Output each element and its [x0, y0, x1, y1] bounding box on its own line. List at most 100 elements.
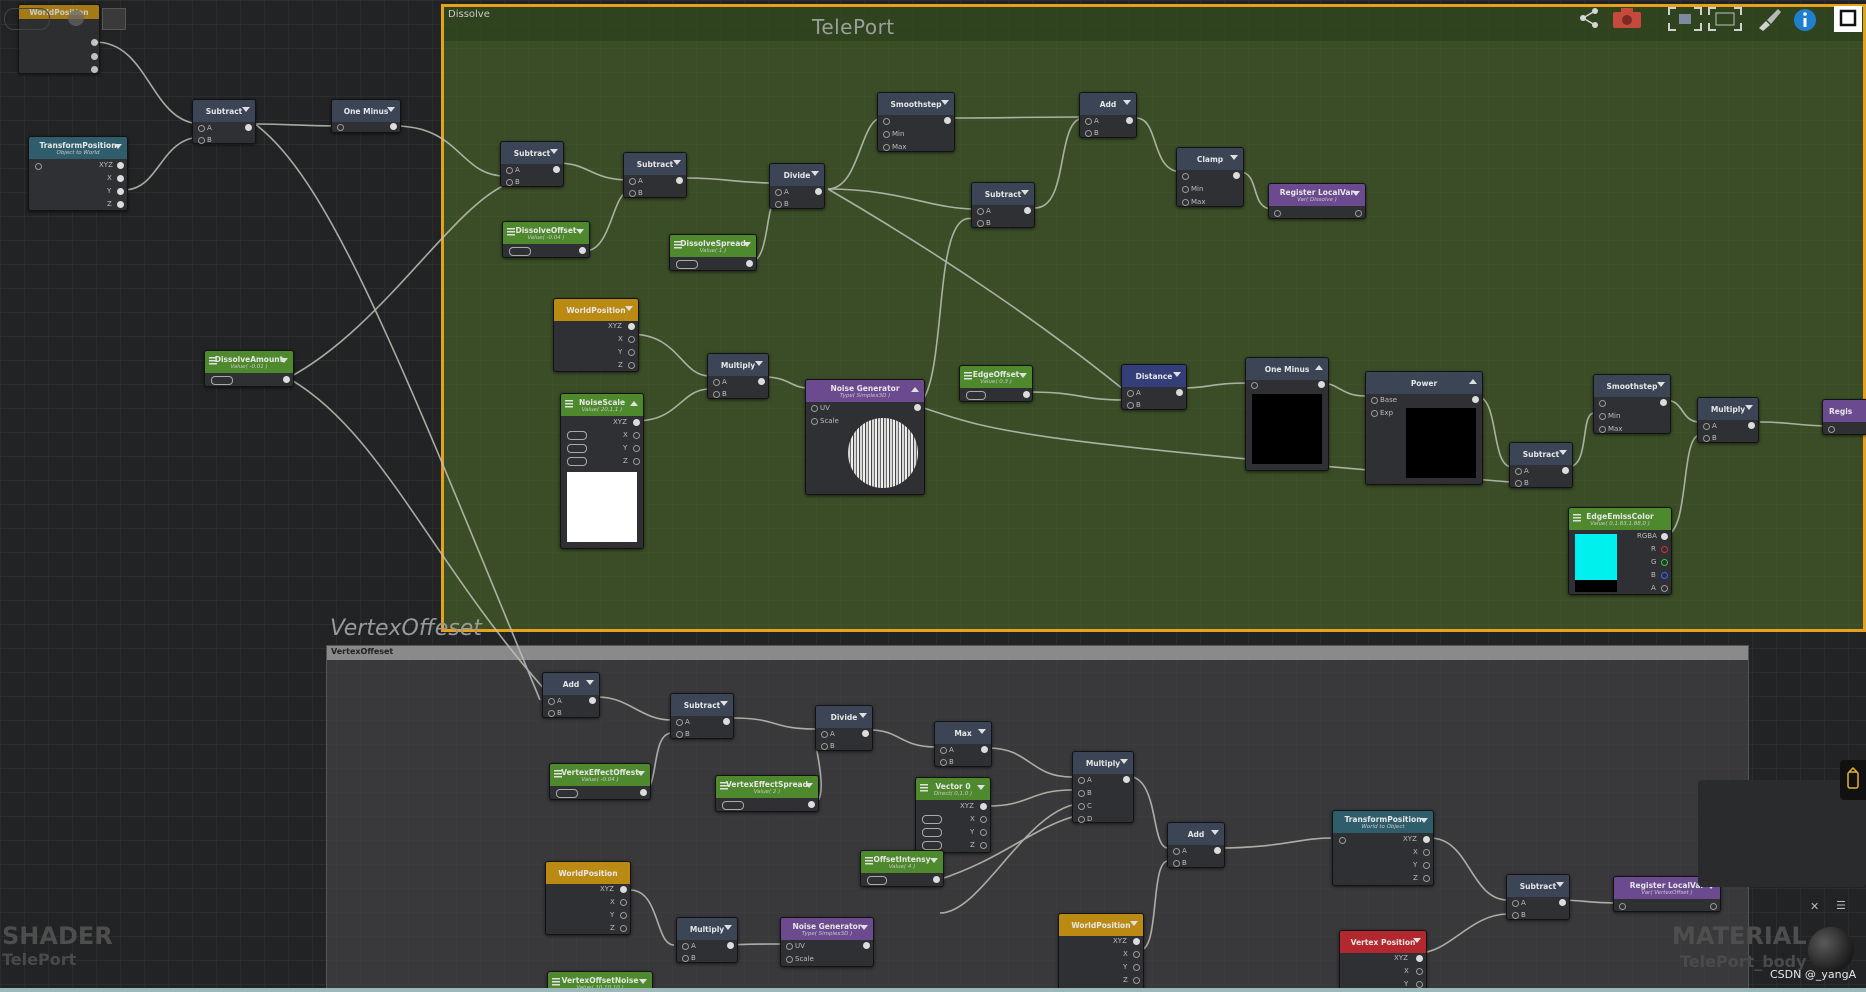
port-out[interactable] [117, 175, 124, 182]
chevron-down-icon[interactable] [977, 785, 985, 790]
port-in-max[interactable] [1182, 199, 1189, 206]
port-in-a[interactable] [713, 379, 720, 386]
group-vertex[interactable]: VertexOffeset [326, 645, 1749, 992]
node-edge-emiss-color[interactable]: EdgeEmissColor Value( 0,1.83,1.88,0 ) RGB… [1568, 507, 1672, 595]
port-out[interactable] [620, 899, 627, 906]
port-in-b[interactable] [548, 710, 555, 717]
port-in-b[interactable] [1515, 480, 1522, 487]
node-register-right[interactable]: Regis [1822, 399, 1866, 435]
node-worldposition-v1[interactable]: WorldPosition XYZ X Y Z [545, 861, 631, 935]
port-out[interactable] [933, 876, 940, 883]
port-in-b[interactable] [682, 955, 689, 962]
port-in-a[interactable] [629, 178, 636, 185]
port-out-x[interactable] [91, 39, 98, 46]
node-subtract-v2[interactable]: Subtract A B [1506, 874, 1570, 920]
port-in-b[interactable] [977, 220, 984, 227]
value-field[interactable] [867, 876, 887, 885]
node-multiply-v1[interactable]: Multiply A B C D [1072, 751, 1134, 823]
chevron-down-icon[interactable] [1413, 938, 1421, 943]
chevron-down-icon[interactable] [637, 771, 645, 776]
port-in-a[interactable] [1512, 900, 1519, 907]
chevron-down-icon[interactable] [1230, 155, 1238, 160]
chevron-down-icon[interactable] [1021, 190, 1029, 195]
chevron-down-icon[interactable] [114, 144, 122, 149]
port-in[interactable] [1182, 173, 1189, 180]
chevron-down-icon[interactable] [755, 361, 763, 366]
chevron-down-icon[interactable] [930, 858, 938, 863]
node-subtract-2[interactable]: Subtract A B [623, 152, 687, 198]
port-out[interactable] [980, 803, 987, 810]
node-register-dissolve[interactable]: Register LocalVar Var( Dissolve ) [1268, 183, 1366, 219]
node-divide-1[interactable]: Divide A B [769, 163, 825, 209]
port-in-uv[interactable] [811, 405, 818, 412]
chevron-down-icon[interactable] [1657, 382, 1665, 387]
port-out[interactable] [1710, 903, 1717, 910]
port-in-b[interactable] [1085, 130, 1092, 137]
port-out[interactable] [808, 801, 815, 808]
port-out[interactable] [1660, 399, 1667, 406]
toggle-icon[interactable] [4, 8, 50, 30]
chevron-down-icon[interactable] [1123, 100, 1131, 105]
chevron-down-icon[interactable] [1130, 921, 1138, 926]
port-in-a[interactable] [940, 747, 947, 754]
chevron-down-icon[interactable] [1211, 830, 1219, 835]
group-vertex-header[interactable] [327, 646, 1748, 660]
port-in-a[interactable] [676, 719, 683, 726]
port-in-a[interactable] [977, 208, 984, 215]
port-in-min[interactable] [1182, 186, 1189, 193]
port-in-b[interactable] [506, 179, 513, 186]
value-field-x[interactable] [922, 815, 942, 824]
port-out[interactable] [1562, 467, 1569, 474]
port-out[interactable] [117, 201, 124, 208]
port-out[interactable] [1214, 847, 1221, 854]
value-field-y[interactable] [922, 828, 942, 837]
chevron-down-icon[interactable] [387, 107, 395, 112]
port-out[interactable] [914, 404, 921, 411]
value-field-z[interactable] [567, 457, 587, 466]
port-in-b[interactable] [713, 391, 720, 398]
node-noise-generator-1[interactable]: Noise Generator Type( Simplex3D ) UV Scal… [805, 379, 925, 495]
node-subtract-left[interactable]: Subtract A B [192, 99, 256, 144]
node-multiply-2[interactable]: Multiply A B [1697, 397, 1759, 443]
chevron-down-icon[interactable] [1173, 372, 1181, 377]
port-out[interactable] [980, 842, 987, 849]
chevron-down-icon[interactable] [1120, 759, 1128, 764]
port-in[interactable] [1339, 837, 1346, 844]
port-in-a[interactable] [506, 167, 513, 174]
port-in-a[interactable] [1703, 423, 1710, 430]
port-in-uv[interactable] [786, 943, 793, 950]
port-out[interactable] [1123, 776, 1130, 783]
node-max-v1[interactable]: Max A B [934, 721, 992, 767]
node-add-v1[interactable]: Add A B [542, 672, 600, 718]
port-out[interactable] [863, 942, 870, 949]
chevron-down-icon[interactable] [743, 242, 751, 247]
node-oneminus-left[interactable]: One Minus [331, 99, 401, 133]
port-out[interactable] [1233, 172, 1240, 179]
port-out[interactable] [723, 718, 730, 725]
port-out[interactable] [1559, 899, 1566, 906]
port-in[interactable] [1251, 382, 1258, 389]
port-in-b[interactable] [940, 759, 947, 766]
port-in[interactable] [337, 124, 344, 131]
info-icon[interactable] [1792, 7, 1818, 33]
port-out[interactable] [633, 458, 640, 465]
port-in-scale[interactable] [786, 956, 793, 963]
port-out-rgba[interactable] [1661, 533, 1668, 540]
node-worldposition-v2[interactable]: WorldPosition XYZ X Y Z [1058, 913, 1144, 992]
camera-icon[interactable] [1612, 7, 1642, 33]
node-subtract-1[interactable]: Subtract A B [500, 141, 564, 187]
chevron-up-icon[interactable] [1315, 365, 1323, 370]
port-in[interactable] [1599, 400, 1606, 407]
node-subtract-3[interactable]: Subtract A B [971, 182, 1035, 228]
node-worldposition-2[interactable]: WorldPosition XYZ X Y Z [553, 298, 639, 372]
frame-all-icon[interactable] [1708, 7, 1742, 33]
port-out[interactable] [1416, 981, 1423, 988]
frame-select-icon[interactable] [1668, 7, 1702, 33]
chevron-down-icon[interactable] [1352, 191, 1360, 196]
port-in-a[interactable] [1127, 390, 1134, 397]
port-out[interactable] [633, 445, 640, 452]
port-in[interactable] [1828, 426, 1835, 433]
chevron-down-icon[interactable] [576, 229, 584, 234]
chevron-down-icon[interactable] [1559, 450, 1567, 455]
port-in-b[interactable] [1127, 402, 1134, 409]
